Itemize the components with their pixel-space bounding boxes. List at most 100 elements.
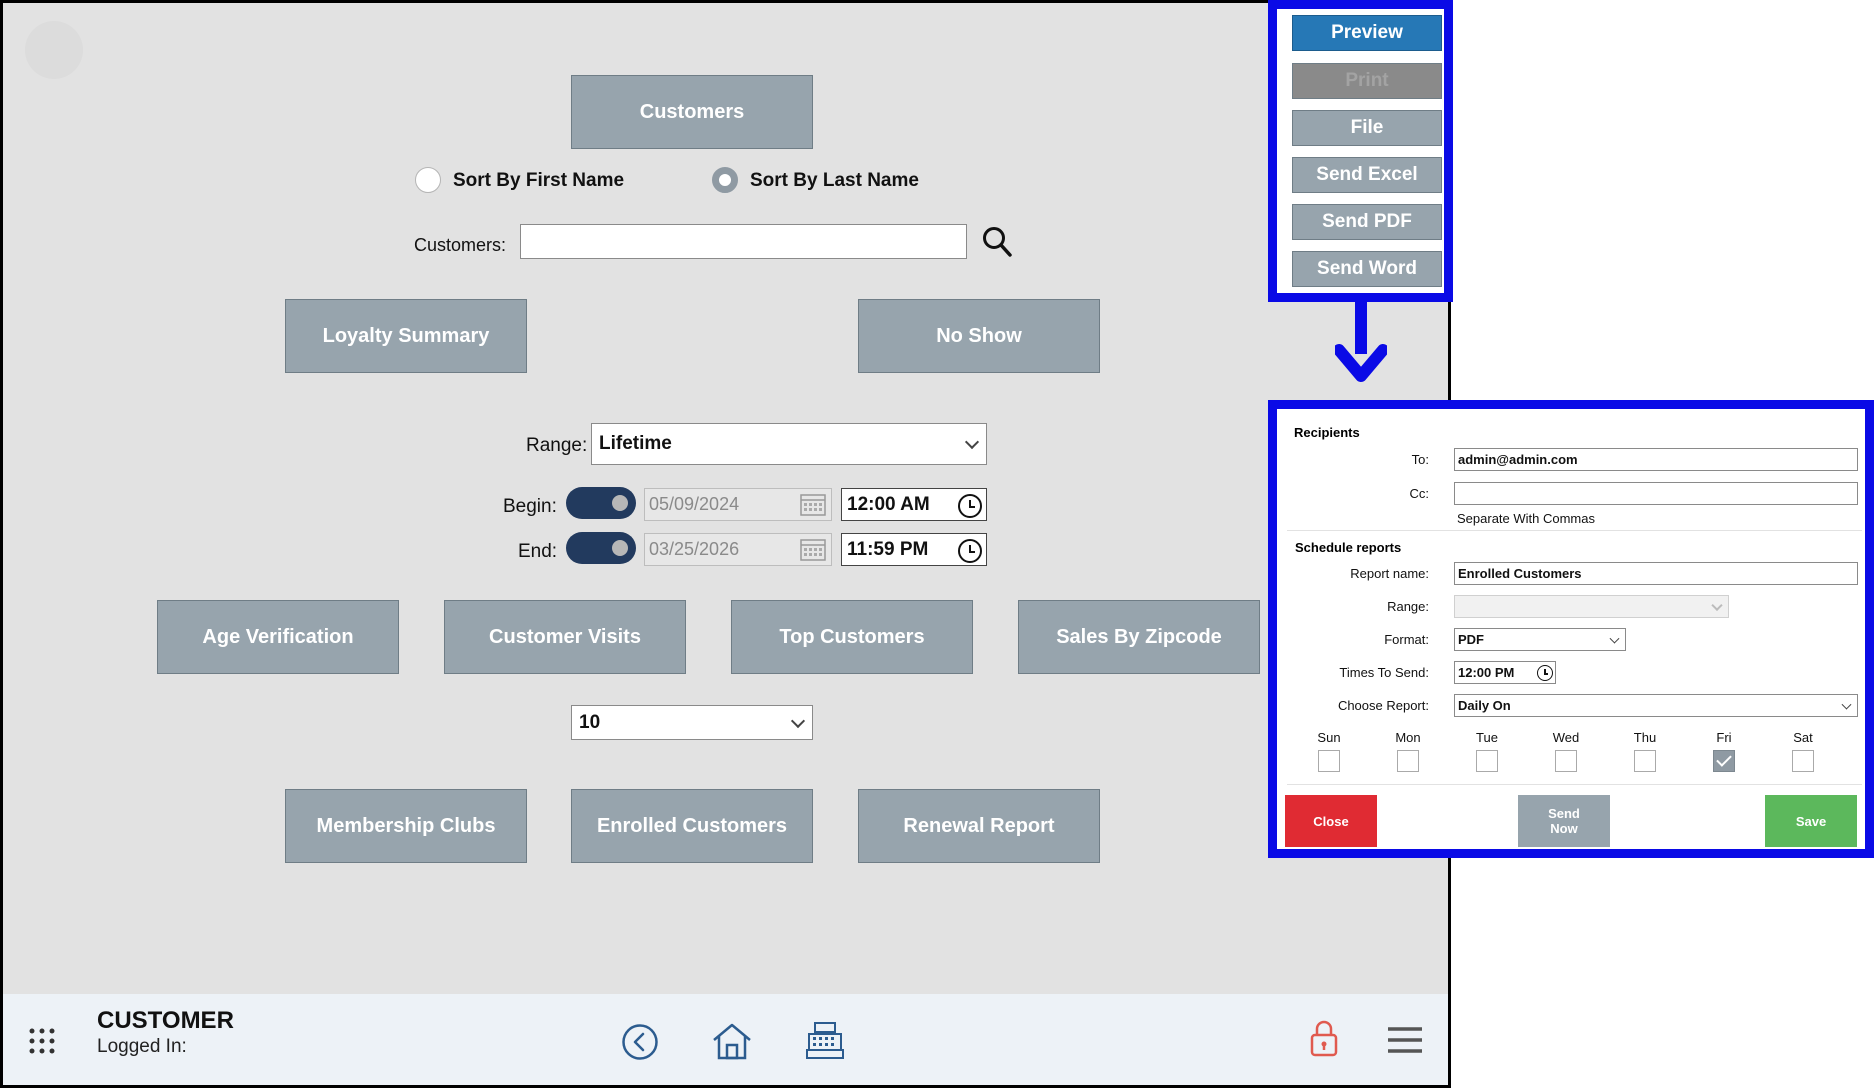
sort-first-name-label: Sort By First Name (453, 170, 625, 191)
day-checkbox-tue[interactable] (1476, 750, 1498, 772)
print-button[interactable]: Print (1292, 63, 1442, 99)
times-to-send-value: 12:00 PM (1458, 665, 1515, 680)
customers-button[interactable]: Customers (571, 75, 813, 149)
register-icon[interactable] (805, 1020, 845, 1060)
day-checkbox-sat[interactable] (1792, 750, 1814, 772)
begin-toggle[interactable] (566, 487, 636, 519)
footer-bar: CUSTOMER Logged In: (3, 994, 1448, 1085)
times-to-send-label: Times To Send: (1339, 665, 1429, 680)
day-label-wed: Wed (1552, 730, 1580, 745)
format-label: Format: (1384, 632, 1429, 647)
search-icon[interactable] (981, 225, 1013, 259)
enrolled-customers-button[interactable]: Enrolled Customers (571, 789, 813, 863)
customer-visits-button[interactable]: Customer Visits (444, 600, 686, 674)
sort-last-name-label: Sort By Last Name (750, 170, 919, 191)
sales-by-zipcode-button[interactable]: Sales By Zipcode (1018, 600, 1260, 674)
divider (1287, 784, 1862, 785)
top-count-select[interactable]: 10 (571, 705, 813, 740)
home-icon[interactable] (711, 1021, 753, 1061)
end-time-value: 11:59 PM (847, 538, 929, 560)
page-title: CUSTOMER (97, 1007, 234, 1034)
day-checkbox-mon[interactable] (1397, 750, 1419, 772)
to-input[interactable]: admin@admin.com (1454, 448, 1858, 471)
chevron-down-icon (1609, 633, 1620, 644)
format-value: PDF (1458, 632, 1484, 647)
to-value: admin@admin.com (1458, 452, 1578, 467)
chevron-down-icon (790, 713, 806, 728)
logged-in-label: Logged In: (97, 1036, 187, 1057)
day-checkbox-sun[interactable] (1318, 750, 1340, 772)
recipients-header: Recipients (1294, 425, 1360, 440)
avatar (25, 21, 83, 79)
membership-clubs-button[interactable]: Membership Clubs (285, 789, 527, 863)
top-customers-button[interactable]: Top Customers (731, 600, 973, 674)
choose-report-select[interactable]: Daily On (1454, 694, 1858, 717)
clock-icon[interactable] (958, 539, 982, 563)
clock-icon[interactable] (958, 494, 982, 518)
choose-report-value: Daily On (1458, 698, 1511, 713)
day-checkbox-thu[interactable] (1634, 750, 1656, 772)
divider (1287, 530, 1862, 531)
format-select[interactable]: PDF (1454, 628, 1626, 651)
top-count-value: 10 (579, 711, 601, 733)
no-show-button[interactable]: No Show (858, 299, 1100, 373)
choose-report-label: Choose Report: (1337, 698, 1429, 713)
range-value: Lifetime (599, 433, 672, 454)
sort-first-name-radio[interactable] (415, 167, 441, 193)
cc-label: Cc: (1409, 486, 1430, 501)
back-icon[interactable] (621, 1023, 659, 1061)
day-label-fri: Fri (1716, 730, 1732, 745)
chevron-down-icon (1711, 599, 1723, 611)
customer-reports-window: Customers Sort By First Name Sort By Las… (0, 0, 1451, 1088)
preview-button[interactable]: Preview (1292, 15, 1442, 51)
arrow-down-icon (1335, 300, 1387, 382)
age-verification-button[interactable]: Age Verification (157, 600, 399, 674)
to-label: To: (1411, 452, 1429, 467)
lock-icon[interactable] (1309, 1018, 1339, 1058)
loyalty-summary-button[interactable]: Loyalty Summary (285, 299, 527, 373)
day-label-mon: Mon (1395, 730, 1421, 745)
report-name-input[interactable]: Enrolled Customers (1454, 562, 1858, 585)
clock-icon[interactable] (1537, 665, 1553, 681)
menu-icon[interactable] (1387, 1026, 1423, 1054)
range-label: Range: (1387, 599, 1429, 614)
chevron-down-icon (964, 434, 980, 450)
cc-hint: Separate With Commas (1457, 511, 1595, 526)
save-button[interactable]: Save (1765, 795, 1857, 847)
end-label: End: (518, 541, 558, 562)
range-label: Range: (526, 435, 588, 456)
day-label-sat: Sat (1793, 730, 1813, 745)
day-checkbox-wed[interactable] (1555, 750, 1577, 772)
file-button[interactable]: File (1292, 110, 1442, 146)
end-toggle[interactable] (566, 532, 636, 564)
cc-input[interactable] (1454, 482, 1858, 505)
day-checkbox-fri[interactable] (1713, 750, 1735, 772)
end-date-value: 03/25/2026 (649, 539, 740, 559)
sort-last-name-radio[interactable] (712, 167, 738, 193)
send-word-button[interactable]: Send Word (1292, 251, 1442, 287)
export-options-panel: Preview Print File Send Excel Send PDF S… (1268, 0, 1453, 302)
day-label-sun: Sun (1317, 730, 1341, 745)
range-select[interactable] (1454, 595, 1729, 618)
day-label-thu: Thu (1633, 730, 1657, 745)
day-label-tue: Tue (1476, 730, 1498, 745)
send-pdf-button[interactable]: Send PDF (1292, 204, 1442, 240)
send-excel-button[interactable]: Send Excel (1292, 157, 1442, 193)
schedule-header: Schedule reports (1295, 540, 1402, 555)
customers-search-label: Customers: (414, 235, 507, 255)
report-name-label: Report name: (1350, 566, 1429, 581)
chevron-down-icon (1841, 699, 1852, 710)
report-name-value: Enrolled Customers (1458, 566, 1582, 581)
send-now-button[interactable]: Send Now (1518, 795, 1610, 847)
range-select[interactable]: Lifetime (591, 423, 987, 465)
begin-time-value: 12:00 AM (847, 493, 930, 515)
renewal-report-button[interactable]: Renewal Report (858, 789, 1100, 863)
begin-label: Begin: (503, 496, 557, 517)
begin-date-value: 05/09/2024 (649, 494, 740, 514)
customers-search-input[interactable] (520, 224, 967, 259)
apps-grid-icon[interactable] (28, 1027, 56, 1055)
close-button[interactable]: Close (1285, 795, 1377, 847)
calendar-icon[interactable] (800, 492, 826, 516)
schedule-report-dialog: Recipients To: admin@admin.com Cc: Separ… (1268, 400, 1874, 858)
calendar-icon[interactable] (800, 537, 826, 561)
